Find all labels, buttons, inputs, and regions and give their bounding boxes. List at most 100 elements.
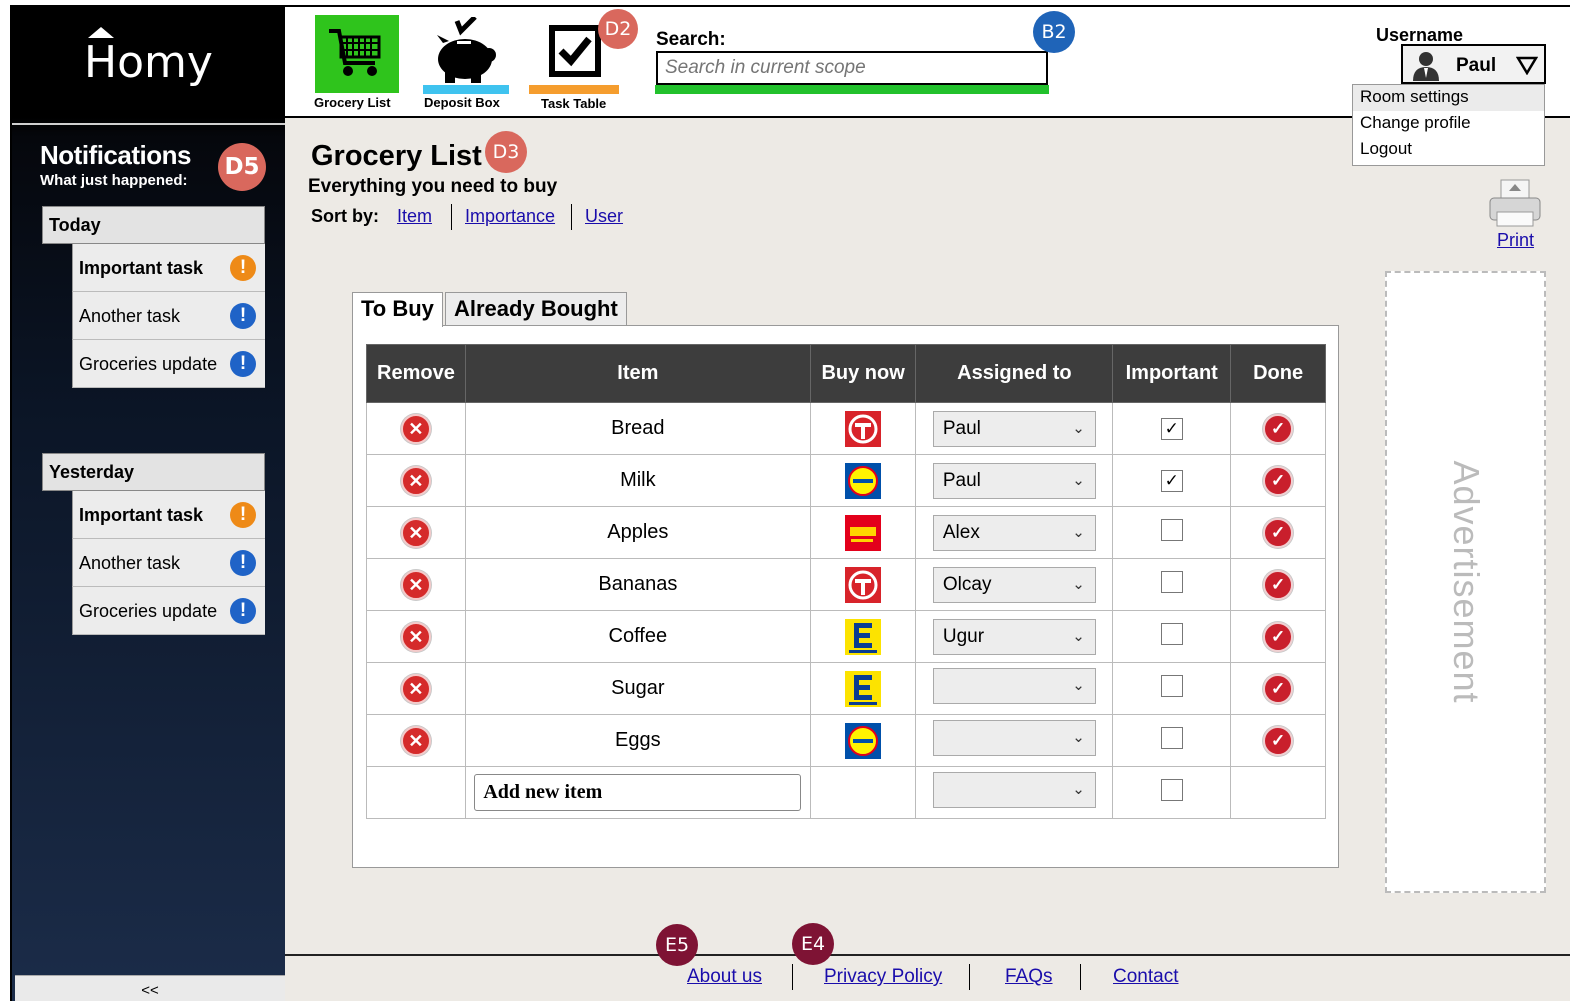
important-checkbox[interactable] [1160,518,1183,541]
nav-deposit-box[interactable]: Deposit Box [423,15,509,110]
menu-change-profile[interactable]: Change profile [1353,111,1544,137]
important-cell: ✓ [1112,454,1232,507]
notifications-title: Notifications [40,140,191,170]
nav-label: Deposit Box [424,95,500,110]
notif-item[interactable]: Another task ! [72,292,265,340]
buy-now-cell [809,454,917,507]
toom-store-icon[interactable] [845,410,882,447]
edeka-store-icon[interactable] [845,618,882,655]
homy-logo[interactable]: Homy [12,7,285,117]
lidl-store-icon[interactable] [845,462,882,499]
remove-item-icon[interactable]: ✕ [400,725,431,756]
important-checkbox[interactable] [1160,674,1183,697]
important-checkbox[interactable]: ✓ [1160,418,1183,440]
task-accent-bar [529,85,619,94]
remove-item-icon[interactable]: ✕ [400,517,431,548]
empty-cell [809,766,917,819]
col-item[interactable]: Item [464,344,811,403]
sort-by-user-link[interactable]: User [585,206,623,227]
penny-store-icon[interactable] [845,514,882,551]
remove-item-icon[interactable]: ✕ [400,569,431,600]
assigned-to-select[interactable]: Paul ⌄ [932,410,1096,447]
important-checkbox[interactable] [1160,726,1183,749]
footer-about-us-link[interactable]: About us [687,966,762,988]
annotation-marker-d5: D5 [218,143,266,191]
add-new-item-input[interactable]: Add new item [474,774,802,811]
assigned-to-select[interactable]: ⌄ [932,771,1096,808]
important-checkbox[interactable]: ✓ [1160,470,1183,492]
notif-group-today[interactable]: Today [42,206,265,244]
footer-faqs-link[interactable]: FAQs [1005,966,1053,988]
assigned-to-select[interactable]: Alex ⌄ [932,514,1096,551]
done-check-icon[interactable]: ✓ [1263,569,1294,600]
col-remove[interactable]: Remove [366,344,466,403]
edeka-store-icon[interactable] [845,670,882,707]
task-checkbox-icon [549,25,601,77]
done-check-icon[interactable]: ✓ [1263,725,1294,756]
menu-logout[interactable]: Logout [1353,137,1544,163]
piggy-bank-icon [437,17,496,83]
assigned-to-select[interactable]: Ugur ⌄ [932,618,1096,655]
done-cell: ✓ [1230,662,1326,715]
col-buy-now[interactable]: Buy now [809,344,917,403]
print-link[interactable]: Print [1497,230,1534,251]
important-checkbox[interactable] [1160,778,1183,801]
assigned-cell: Olcay ⌄ [915,558,1114,611]
lidl-store-icon[interactable] [845,722,882,759]
footer-contact-link[interactable]: Contact [1113,966,1178,988]
table-header-row: Remove Item Buy now Assigned to Importan… [366,344,1326,403]
print-button[interactable]: Print [1487,178,1543,250]
sort-by-importance-link[interactable]: Importance [465,206,555,227]
deposit-accent-bar [423,85,509,94]
item-name: Bananas [464,558,811,611]
search-input[interactable] [656,51,1048,85]
remove-item-icon[interactable]: ✕ [400,465,431,496]
remove-item-icon[interactable]: ✕ [400,621,431,652]
notif-item[interactable]: Another task ! [72,539,265,587]
remove-item-icon[interactable]: ✕ [400,673,431,704]
collapse-sidebar-button[interactable]: << [15,975,285,1001]
user-dropdown[interactable]: Paul [1401,44,1546,84]
assigned-to-select[interactable]: ⌄ [932,719,1096,756]
assigned-to-select[interactable]: Paul ⌄ [932,462,1096,499]
chevron-down-icon: ⌄ [1072,676,1085,694]
notif-item[interactable]: Important task ! [72,244,265,292]
done-check-icon[interactable]: ✓ [1263,465,1294,496]
assigned-cell: ⌄ [915,662,1114,715]
important-cell [1112,662,1232,715]
done-check-icon[interactable]: ✓ [1263,621,1294,652]
done-check-icon[interactable]: ✓ [1263,517,1294,548]
notif-item[interactable]: Groceries update ! [72,340,265,388]
tab-already-bought[interactable]: Already Bought [445,292,627,326]
table-row: ✕ Apples Alex ⌄ ✓ [366,506,1326,559]
col-important[interactable]: Important [1112,344,1232,403]
col-done[interactable]: Done [1230,344,1326,403]
annotation-marker-e4: E4 [792,923,834,965]
done-cell: ✓ [1230,714,1326,767]
notif-group-yesterday[interactable]: Yesterday [42,453,265,491]
col-assigned-to[interactable]: Assigned to [915,344,1114,403]
remove-item-icon[interactable]: ✕ [400,413,431,444]
username-label: Username [1376,25,1464,45]
info-alert-icon: ! [230,351,256,377]
table-row: ✕ Eggs ⌄ ✓ [366,714,1326,767]
assigned-to-select[interactable]: Olcay ⌄ [932,566,1096,603]
notif-item[interactable]: Groceries update ! [72,587,265,635]
assigned-to-select[interactable]: ⌄ [932,667,1096,704]
toom-store-icon[interactable] [845,566,882,603]
done-check-icon[interactable]: ✓ [1263,673,1294,704]
important-checkbox[interactable] [1160,622,1183,645]
footer-separator [792,964,793,990]
notif-item-label: Another task [79,553,181,573]
important-checkbox[interactable] [1160,570,1183,593]
menu-room-settings[interactable]: Room settings [1353,85,1544,111]
sort-separator [451,204,452,230]
advertisement-banner[interactable]: Advertisement [1385,271,1546,893]
tab-to-buy[interactable]: To Buy [352,292,443,327]
sort-by-item-link[interactable]: Item [397,206,432,227]
notif-item[interactable]: Important task ! [72,491,265,539]
footer-privacy-policy-link[interactable]: Privacy Policy [824,966,942,988]
done-check-icon[interactable]: ✓ [1263,413,1294,444]
nav-grocery-list[interactable]: Grocery List [313,15,399,110]
item-name: Bread [464,402,811,455]
